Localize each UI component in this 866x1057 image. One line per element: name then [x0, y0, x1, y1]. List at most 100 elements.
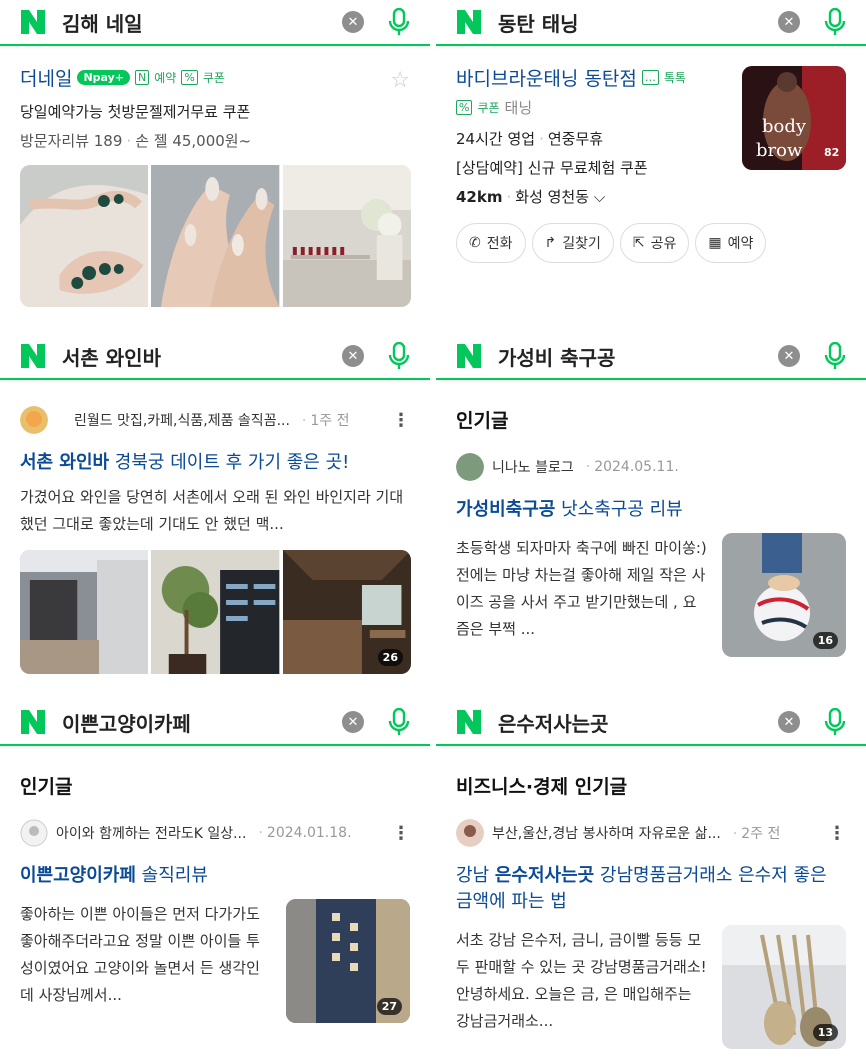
- blog-title[interactable]: 이쁜고양이카페 솔직리뷰: [20, 861, 410, 887]
- place-photos[interactable]: [20, 165, 411, 307]
- mic-icon[interactable]: [386, 341, 412, 371]
- blog-meta: 린월드 맛집,카페,식품,제품 솔직꼼... · 1주 전 ⋮: [20, 406, 410, 434]
- blog-card[interactable]: 비즈니스·경제 인기글 부산,울산,경남 봉사하며 자유로운 삶... · 2주 …: [436, 746, 866, 1049]
- blog-title[interactable]: 서촌 와인바 경북궁 데이트 후 가기 좋은 곳!: [20, 448, 410, 474]
- place-desc: 당일예약가능 첫방문젤제거무료 쿠폰: [20, 103, 251, 121]
- section-heading: 비즈니스·경제 인기글: [456, 776, 628, 798]
- avatar[interactable]: [456, 453, 484, 481]
- mic-icon[interactable]: [822, 341, 848, 371]
- more-icon[interactable]: ⋮: [392, 823, 410, 844]
- thumb-text-body: body: [762, 116, 807, 137]
- search-bar: 이쁜고양이카페 ✕: [0, 700, 430, 746]
- search-query[interactable]: 동탄 태닝: [498, 8, 778, 37]
- blog-card[interactable]: 인기글 니나노 블로그 · 2024.05.11. 가성비축구공 낫소축구공 리뷰…: [436, 380, 866, 657]
- photo-alley[interactable]: [20, 550, 149, 674]
- blog-meta: 부산,울산,경남 봉사하며 자유로운 삶... · 2주 전 ⋮: [456, 819, 846, 847]
- directions-icon: ↱: [544, 235, 557, 251]
- panel-catcafe-search: 이쁜고양이카페 ✕ 인기글 아이와 함께하는 전라도K 일상... · 2024.…: [0, 700, 430, 1057]
- photo-salon-interior[interactable]: [282, 165, 411, 307]
- naver-logo-icon[interactable]: [18, 707, 48, 737]
- call-button[interactable]: ✆ 전화: [456, 223, 526, 263]
- action-buttons: ✆ 전화 ↱ 길찾기 ⇱ 공유 ▦ 예약: [456, 223, 846, 263]
- naver-logo-icon[interactable]: [454, 707, 484, 737]
- blog-thumbnail[interactable]: 13: [722, 925, 846, 1049]
- panel-tanning-search: 동탄 태닝 ✕ 바디브라운태닝 동탄점 … 톡톡 % 쿠폰 태닝 24시간 영업…: [436, 0, 866, 344]
- photo-plant-fridge[interactable]: [151, 550, 280, 674]
- talk-label[interactable]: 톡톡: [664, 69, 686, 86]
- avatar[interactable]: [456, 819, 484, 847]
- place-location[interactable]: 42km · 화성 영천동 ⌵: [456, 186, 846, 207]
- panel-silverspoon-search: 은수저사는곳 ✕ 비즈니스·경제 인기글 부산,울산,경남 봉사하며 자유로운 …: [436, 700, 866, 1057]
- directions-button[interactable]: ↱ 길찾기: [531, 223, 614, 263]
- naver-logo-icon[interactable]: [18, 7, 48, 37]
- blog-thumbnail[interactable]: 27: [286, 899, 410, 1023]
- section-heading: 인기글: [456, 410, 509, 432]
- blog-thumbnail[interactable]: 16: [722, 533, 846, 657]
- place-thumbnail[interactable]: body brow 82: [742, 66, 846, 170]
- blog-meta: 아이와 함께하는 전라도K 일상... · 2024.01.18. ⋮: [20, 819, 410, 847]
- search-query[interactable]: 이쁜고양이카페: [62, 708, 342, 737]
- clear-icon[interactable]: ✕: [342, 11, 364, 33]
- blog-author[interactable]: 부산,울산,경남 봉사하며 자유로운 삶...: [492, 823, 721, 843]
- blog-title[interactable]: 가성비축구공 낫소축구공 리뷰: [456, 495, 846, 521]
- blog-author[interactable]: 아이와 함께하는 전라도K 일상...: [56, 823, 246, 843]
- photo-nail-hands[interactable]: [151, 165, 280, 307]
- chevron-down-icon[interactable]: ⌵: [594, 188, 605, 206]
- mic-icon[interactable]: [822, 7, 848, 37]
- phone-icon: ✆: [469, 235, 481, 251]
- clear-icon[interactable]: ✕: [778, 345, 800, 367]
- naver-logo-icon[interactable]: [18, 341, 48, 371]
- more-icon[interactable]: ⋮: [828, 823, 846, 844]
- panel-soccerball-search: 가성비 축구공 ✕ 인기글 니나노 블로그 · 2024.05.11. 가성비축구…: [436, 334, 866, 678]
- reserve-button[interactable]: ▦ 예약: [695, 223, 767, 263]
- panel-winebar-search: 서촌 와인바 ✕ 린월드 맛집,카페,식품,제품 솔직꼼... · 1주 전 ⋮ …: [0, 334, 430, 678]
- blog-photos[interactable]: 26: [20, 550, 411, 674]
- photo-count-badge: 27: [376, 998, 402, 1015]
- share-button[interactable]: ⇱ 공유: [619, 223, 690, 263]
- clear-icon[interactable]: ✕: [778, 11, 800, 33]
- blog-card[interactable]: 인기글 아이와 함께하는 전라도K 일상... · 2024.01.18. ⋮ 이…: [0, 746, 430, 1023]
- more-icon[interactable]: ⋮: [392, 410, 410, 431]
- avatar[interactable]: [20, 406, 48, 434]
- search-query[interactable]: 은수저사는곳: [498, 708, 778, 737]
- clear-icon[interactable]: ✕: [778, 711, 800, 733]
- blog-desc: 서초 강남 은수저, 금니, 금이빨 등등 모두 판매할 수 있는 곳 강남명품…: [456, 931, 707, 1030]
- avatar[interactable]: [20, 819, 48, 847]
- search-bar: 서촌 와인바 ✕: [0, 334, 430, 380]
- favorite-star-icon[interactable]: ☆: [390, 68, 410, 93]
- blog-title[interactable]: 강남 은수저사는곳 강남명품금거래소 은수저 좋은 금액에 파는 법: [456, 861, 846, 913]
- mic-icon[interactable]: [386, 707, 412, 737]
- place-name[interactable]: 바디브라운태닝 동탄점: [456, 64, 637, 91]
- search-bar: 동탄 태닝 ✕: [436, 0, 866, 46]
- photo-bar-interior[interactable]: 26: [282, 550, 411, 674]
- panel-nail-search: 김해 네일 ✕ 더네일 Npay+ N 예약 % 쿠폰 ☆ 당일예약가능 첫방문…: [0, 0, 430, 344]
- blog-card[interactable]: 린월드 맛집,카페,식품,제품 솔직꼼... · 1주 전 ⋮ 서촌 와인바 경북…: [0, 380, 430, 674]
- search-bar: 김해 네일 ✕: [0, 0, 430, 46]
- clear-icon[interactable]: ✕: [342, 711, 364, 733]
- naver-logo-icon[interactable]: [454, 341, 484, 371]
- thumb-count: 82: [824, 146, 839, 159]
- place-name[interactable]: 더네일: [20, 64, 72, 91]
- search-query[interactable]: 가성비 축구공: [498, 342, 778, 371]
- blog-desc: 좋아하는 이쁜 아이들은 먼저 다가가도 좋아해주더라고요 정말 이쁜 아이들 …: [20, 905, 260, 1004]
- place-card[interactable]: 더네일 Npay+ N 예약 % 쿠폰 ☆ 당일예약가능 첫방문젤제거무료 쿠폰…: [0, 46, 430, 307]
- photo-nail-feet[interactable]: [20, 165, 149, 307]
- search-query[interactable]: 서촌 와인바: [62, 342, 342, 371]
- coupon-icon: %: [181, 70, 198, 85]
- naver-logo-icon[interactable]: [454, 7, 484, 37]
- mic-icon[interactable]: [386, 7, 412, 37]
- blog-author[interactable]: 니나노 블로그: [492, 457, 574, 477]
- mic-icon[interactable]: [822, 707, 848, 737]
- blog-author[interactable]: 린월드 맛집,카페,식품,제품 솔직꼼...: [74, 410, 290, 430]
- thumb-text-brow: brow: [756, 140, 803, 161]
- clear-icon[interactable]: ✕: [342, 345, 364, 367]
- search-query[interactable]: 김해 네일: [62, 8, 342, 37]
- coupon-label: 쿠폰: [202, 71, 225, 85]
- calendar-icon: ▦: [708, 235, 722, 251]
- npay-badge: Npay+: [77, 70, 131, 85]
- blog-meta: 니나노 블로그 · 2024.05.11.: [456, 453, 846, 481]
- search-bar: 은수저사는곳 ✕: [436, 700, 866, 746]
- coupon-label: 쿠폰: [477, 101, 500, 115]
- place-card[interactable]: 바디브라운태닝 동탄점 … 톡톡 % 쿠폰 태닝 24시간 영업 · 연중무휴 [상…: [436, 46, 866, 263]
- talk-icon: …: [641, 70, 659, 85]
